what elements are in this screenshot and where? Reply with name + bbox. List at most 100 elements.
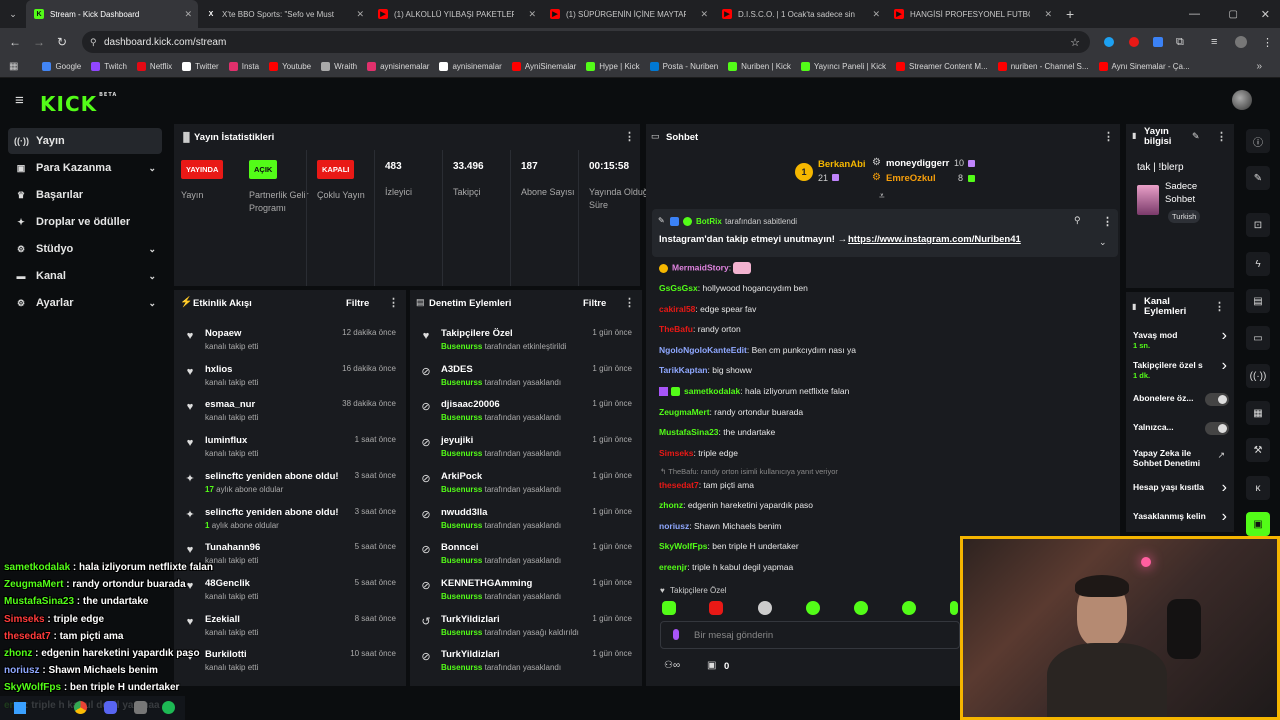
browser-tab[interactable]: ▶ (1) SÜPÜRGENİN İÇİNE MAYTAP ✕ bbox=[542, 0, 714, 28]
chat-message[interactable]: noriusz: Shawn Michaels benim bbox=[659, 521, 781, 531]
tab-list-button[interactable]: ⌄ bbox=[0, 9, 26, 20]
chat-message[interactable]: cakiral58: edge spear fav bbox=[659, 304, 756, 314]
chat-username[interactable]: zhonz bbox=[659, 500, 683, 510]
maximize-button[interactable]: ▢ bbox=[1229, 9, 1238, 20]
chat-message[interactable]: Simseks: triple edge bbox=[659, 448, 738, 458]
media-icon[interactable]: ≡ bbox=[1211, 36, 1217, 48]
app-icon[interactable] bbox=[134, 701, 147, 714]
expand-leaderboard-icon[interactable]: ⩡ bbox=[879, 191, 885, 202]
browser-tab[interactable]: K Stream - Kick Dashboard ✕ bbox=[26, 0, 198, 28]
chat-username[interactable]: ereenjr bbox=[659, 562, 687, 572]
chat-username[interactable]: ZeugmaMert bbox=[659, 407, 710, 417]
nav-item-trophy[interactable]: ♛ Başarılar bbox=[8, 182, 162, 208]
nav-item-channel[interactable]: ▬ Kanal ⌄ bbox=[8, 263, 162, 289]
bookmark-item[interactable]: Posta - Nuriben bbox=[649, 62, 718, 71]
chat-message[interactable]: TheBafu: randy orton bbox=[659, 324, 741, 334]
toggle-switch[interactable] bbox=[1205, 393, 1229, 406]
chat-message[interactable]: ZeugmaMert: randy ortondur buarada bbox=[659, 407, 803, 417]
chat-username[interactable]: Simseks bbox=[659, 448, 694, 458]
chat-message[interactable]: NgoloNgoloKanteEdit: Ben cm punkcıydım n… bbox=[659, 345, 856, 355]
chat-username[interactable]: MermaidStory bbox=[672, 262, 729, 272]
bookmark-item[interactable]: Aynı Sinemalar - Ça... bbox=[1098, 62, 1190, 71]
address-bar[interactable]: ⚲ dashboard.kick.com/stream ☆ bbox=[82, 31, 1090, 53]
chat-username[interactable]: cakiral58 bbox=[659, 304, 695, 314]
hamburger-menu-icon[interactable]: ≡ bbox=[15, 92, 24, 109]
feed-row[interactable]: ✦ selincftc yeniden abone oldu! 17 aylık a… bbox=[184, 469, 396, 505]
feed-row[interactable]: ⊘ ArkiPock Busenurss tarafından yasaklandı… bbox=[420, 469, 632, 505]
chat-rail-icon[interactable]: ▭ bbox=[1246, 326, 1270, 350]
browser-tab[interactable]: ▶ D.I.S.C.O. | 1 Ocak'ta sadece sin ✕ bbox=[714, 0, 886, 28]
emote-icon[interactable] bbox=[854, 601, 868, 615]
channel-actions-menu-icon[interactable]: ⋮ bbox=[1214, 300, 1225, 313]
bookmark-item[interactable]: Streamer Content M... bbox=[896, 62, 988, 71]
stream-info-menu-icon[interactable]: ⋮ bbox=[1216, 130, 1227, 143]
browser-menu-icon[interactable]: ⋮ bbox=[1262, 36, 1273, 49]
close-tab-icon[interactable]: ✕ bbox=[528, 9, 536, 20]
bookmarks-overflow-icon[interactable]: » bbox=[1256, 61, 1262, 72]
browser-tab[interactable]: ▶ HANGİSİ PROFESYONEL FUTBO ✕ bbox=[886, 0, 1058, 28]
feed-row[interactable]: ♥ Takipçilere Özel Busenurss tarafından et… bbox=[420, 326, 632, 362]
leader-name[interactable]: EmreOzkul bbox=[886, 173, 936, 184]
feed-row[interactable]: ⊘ KENNETHGAmming Busenurss tarafından yasa… bbox=[420, 576, 632, 612]
chat-username[interactable]: NgoloNgoloKanteEdit bbox=[659, 345, 747, 355]
pinned-link[interactable]: https://www.instagram.com/Nuriben41 bbox=[848, 234, 1021, 245]
feed-row[interactable]: ✦ selincftc yeniden abone oldu! 1 aylık ab… bbox=[184, 505, 396, 541]
bookmark-star-icon[interactable]: ☆ bbox=[1070, 36, 1080, 49]
emote-icon[interactable] bbox=[709, 601, 723, 615]
chat-message[interactable]: SkyWolfFps: ben triple H undertaker bbox=[659, 541, 799, 551]
emote-icon[interactable] bbox=[758, 601, 772, 615]
channel-action-item[interactable]: Yasaklanmış kelin › bbox=[1133, 508, 1229, 535]
bookmark-item[interactable]: Twitch bbox=[91, 62, 127, 71]
close-window-button[interactable]: ✕ bbox=[1261, 8, 1270, 21]
expand-pinned-icon[interactable]: ⌄ bbox=[1099, 237, 1107, 248]
apps-grid-icon[interactable]: ▦ bbox=[9, 61, 18, 72]
new-tab-button[interactable]: + bbox=[1066, 6, 1074, 22]
moderation-menu-icon[interactable]: ⋮ bbox=[624, 296, 635, 309]
feed-row[interactable]: ⊘ Bonncei Busenurss tarafından yasaklandı 1… bbox=[420, 540, 632, 576]
channel-action-item[interactable]: Takipçilere özel s1 dk. › bbox=[1133, 357, 1229, 384]
stats-menu-icon[interactable]: ⋮ bbox=[624, 130, 635, 143]
kick-rail-icon[interactable]: ᴋ bbox=[1246, 476, 1270, 500]
chat-input[interactable]: Bir mesaj gönderin bbox=[660, 621, 960, 649]
chat-menu-icon[interactable]: ⋮ bbox=[1103, 130, 1114, 143]
unpin-icon[interactable]: ⚲ bbox=[1074, 215, 1081, 226]
feed-row[interactable]: ♥ hxlios kanalı takip etti 16 dakika önce bbox=[184, 362, 396, 398]
microphone-icon[interactable] bbox=[673, 629, 679, 640]
feed-row[interactable]: ♥ 48Genclik kanalı takip etti 5 saat önce bbox=[184, 576, 396, 612]
moderation-filter-button[interactable]: Filtre bbox=[583, 298, 606, 309]
bookmark-item[interactable]: Google bbox=[42, 62, 81, 71]
category-name[interactable]: Sadece Sohbet bbox=[1165, 180, 1215, 206]
close-tab-icon[interactable]: ✕ bbox=[184, 9, 192, 20]
nav-item-money[interactable]: ▣ Para Kazanma ⌄ bbox=[8, 155, 162, 181]
bookmark-item[interactable]: Twitter bbox=[182, 62, 219, 71]
browser-tab[interactable]: X X'te BBO Sports: "Sefo ve Must ✕ bbox=[198, 0, 370, 28]
discord-icon[interactable] bbox=[104, 701, 117, 714]
chat-username[interactable]: SkyWolfFps bbox=[659, 541, 708, 551]
feed-row[interactable]: ⊘ A3DES Busenurss tarafından yasaklandı 1 g… bbox=[420, 362, 632, 398]
extension-icon[interactable] bbox=[1129, 37, 1139, 47]
pinned-menu-icon[interactable]: ⋮ bbox=[1102, 215, 1113, 228]
chat-username[interactable]: sametkodalak bbox=[684, 386, 740, 396]
channel-action-item[interactable]: Yapay Zeka ile Sohbet Denetimi ↗ bbox=[1133, 448, 1229, 472]
feed-row[interactable]: ⊘ TurkYildizlari Busenurss tarafından yasa… bbox=[420, 647, 632, 683]
chat-username[interactable]: TarikKaptan bbox=[659, 365, 708, 375]
chat-username[interactable]: noriusz bbox=[659, 521, 689, 531]
bookmark-item[interactable]: Wraith bbox=[321, 62, 357, 71]
activity-menu-icon[interactable]: ⋮ bbox=[388, 296, 399, 309]
feed-row[interactable]: ♥ esmaa_nur kanalı takip etti 38 dakika önc… bbox=[184, 397, 396, 433]
document-rail-icon[interactable]: ▤ bbox=[1246, 289, 1270, 313]
feed-row[interactable]: ⊘ djisaac20006 Busenurss tarafından yasakl… bbox=[420, 397, 632, 433]
language-tag[interactable]: Turkish bbox=[1168, 210, 1201, 223]
bookmark-item[interactable]: Hype | Kick bbox=[586, 62, 640, 71]
bookmark-item[interactable]: aynisinemalar bbox=[439, 62, 502, 71]
user-avatar[interactable] bbox=[1232, 90, 1252, 110]
feed-row[interactable]: ⊘ jeyujiki Busenurss tarafından yasaklandı… bbox=[420, 433, 632, 469]
chat-message[interactable]: sametkodalak: hala izliyorum netflixte f… bbox=[659, 386, 849, 397]
channel-action-item[interactable]: Yalnızca... bbox=[1133, 422, 1229, 446]
chrome-icon[interactable] bbox=[74, 701, 87, 714]
pinned-message[interactable]: ✎ BotRix tarafından sabitlendi ⚲ ⋮ Insta… bbox=[652, 209, 1118, 257]
wrench-rail-icon[interactable]: ⚒ bbox=[1246, 438, 1270, 462]
profile-avatar[interactable] bbox=[1235, 36, 1247, 48]
emote-icon[interactable] bbox=[806, 601, 820, 615]
activity-filter-button[interactable]: Filtre bbox=[346, 298, 369, 309]
